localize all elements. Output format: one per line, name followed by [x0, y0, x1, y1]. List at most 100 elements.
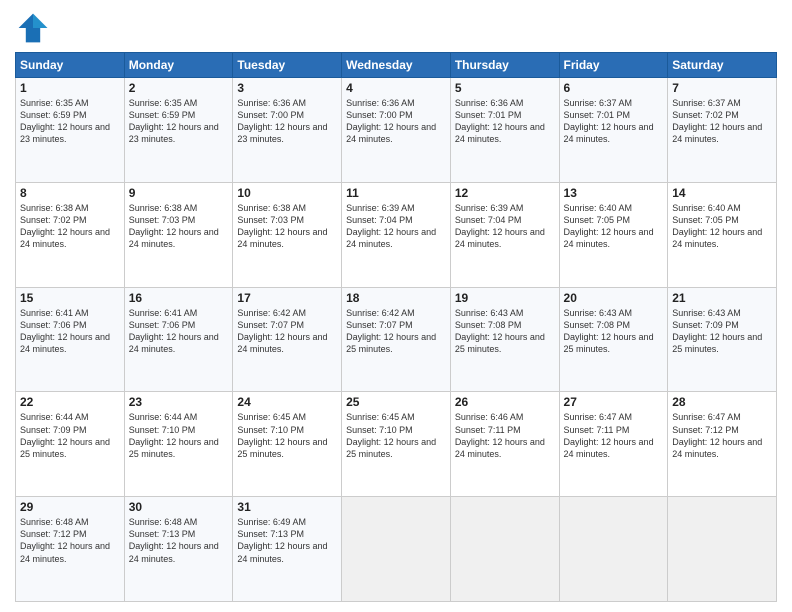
calendar-week-row: 8Sunrise: 6:38 AMSunset: 7:02 PMDaylight… [16, 182, 777, 287]
day-info: Sunrise: 6:40 AMSunset: 7:05 PMDaylight:… [672, 203, 762, 249]
calendar-table: SundayMondayTuesdayWednesdayThursdayFrid… [15, 52, 777, 602]
day-number: 18 [346, 291, 446, 305]
day-info: Sunrise: 6:37 AMSunset: 7:01 PMDaylight:… [564, 98, 654, 144]
logo-icon [15, 10, 51, 46]
day-number: 19 [455, 291, 555, 305]
calendar-cell: 22 Sunrise: 6:44 AMSunset: 7:09 PMDayligh… [16, 392, 125, 497]
day-number: 26 [455, 395, 555, 409]
day-number: 23 [129, 395, 229, 409]
day-info: Sunrise: 6:43 AMSunset: 7:08 PMDaylight:… [564, 308, 654, 354]
day-info: Sunrise: 6:35 AMSunset: 6:59 PMDaylight:… [20, 98, 110, 144]
day-number: 14 [672, 186, 772, 200]
day-info: Sunrise: 6:39 AMSunset: 7:04 PMDaylight:… [346, 203, 436, 249]
day-info: Sunrise: 6:48 AMSunset: 7:12 PMDaylight:… [20, 517, 110, 563]
calendar-cell: 31 Sunrise: 6:49 AMSunset: 7:13 PMDayligh… [233, 497, 342, 602]
day-info: Sunrise: 6:38 AMSunset: 7:03 PMDaylight:… [129, 203, 219, 249]
col-header-friday: Friday [559, 53, 668, 78]
calendar-cell: 7Sunrise: 6:37 AMSunset: 7:02 PMDaylight… [668, 78, 777, 183]
header [15, 10, 777, 46]
day-info: Sunrise: 6:43 AMSunset: 7:09 PMDaylight:… [672, 308, 762, 354]
calendar-cell: 14 Sunrise: 6:40 AMSunset: 7:05 PMDayligh… [668, 182, 777, 287]
day-info: Sunrise: 6:36 AMSunset: 7:00 PMDaylight:… [237, 98, 327, 144]
day-info: Sunrise: 6:45 AMSunset: 7:10 PMDaylight:… [346, 412, 436, 458]
day-number: 24 [237, 395, 337, 409]
day-number: 15 [20, 291, 120, 305]
calendar-cell: 27 Sunrise: 6:47 AMSunset: 7:11 PMDayligh… [559, 392, 668, 497]
day-info: Sunrise: 6:49 AMSunset: 7:13 PMDaylight:… [237, 517, 327, 563]
calendar-header-row: SundayMondayTuesdayWednesdayThursdayFrid… [16, 53, 777, 78]
day-info: Sunrise: 6:39 AMSunset: 7:04 PMDaylight:… [455, 203, 545, 249]
calendar-cell: 15 Sunrise: 6:41 AMSunset: 7:06 PMDayligh… [16, 287, 125, 392]
calendar-week-row: 22 Sunrise: 6:44 AMSunset: 7:09 PMDayligh… [16, 392, 777, 497]
calendar-cell: 21Sunrise: 6:43 AMSunset: 7:09 PMDayligh… [668, 287, 777, 392]
calendar-cell: 19 Sunrise: 6:43 AMSunset: 7:08 PMDayligh… [450, 287, 559, 392]
calendar-cell: 13Sunrise: 6:40 AMSunset: 7:05 PMDayligh… [559, 182, 668, 287]
day-number: 29 [20, 500, 120, 514]
calendar-cell [450, 497, 559, 602]
calendar-cell: 3 Sunrise: 6:36 AMSunset: 7:00 PMDaylight… [233, 78, 342, 183]
calendar-cell: 18Sunrise: 6:42 AMSunset: 7:07 PMDayligh… [342, 287, 451, 392]
day-number: 1 [20, 81, 120, 95]
day-info: Sunrise: 6:44 AMSunset: 7:09 PMDaylight:… [20, 412, 110, 458]
day-number: 8 [20, 186, 120, 200]
calendar-cell: 12 Sunrise: 6:39 AMSunset: 7:04 PMDayligh… [450, 182, 559, 287]
logo [15, 10, 55, 46]
day-info: Sunrise: 6:47 AMSunset: 7:12 PMDaylight:… [672, 412, 762, 458]
calendar-cell: 20 Sunrise: 6:43 AMSunset: 7:08 PMDayligh… [559, 287, 668, 392]
calendar-cell: 30Sunrise: 6:48 AMSunset: 7:13 PMDayligh… [124, 497, 233, 602]
day-info: Sunrise: 6:43 AMSunset: 7:08 PMDaylight:… [455, 308, 545, 354]
day-number: 3 [237, 81, 337, 95]
calendar-cell: 4Sunrise: 6:36 AMSunset: 7:00 PMDaylight… [342, 78, 451, 183]
calendar-cell: 17 Sunrise: 6:42 AMSunset: 7:07 PMDayligh… [233, 287, 342, 392]
col-header-saturday: Saturday [668, 53, 777, 78]
calendar-cell: 6 Sunrise: 6:37 AMSunset: 7:01 PMDaylight… [559, 78, 668, 183]
calendar-cell [559, 497, 668, 602]
calendar-cell: 8Sunrise: 6:38 AMSunset: 7:02 PMDaylight… [16, 182, 125, 287]
calendar-week-row: 29 Sunrise: 6:48 AMSunset: 7:12 PMDayligh… [16, 497, 777, 602]
day-info: Sunrise: 6:47 AMSunset: 7:11 PMDaylight:… [564, 412, 654, 458]
calendar-cell: 16 Sunrise: 6:41 AMSunset: 7:06 PMDayligh… [124, 287, 233, 392]
calendar-cell: 5 Sunrise: 6:36 AMSunset: 7:01 PMDaylight… [450, 78, 559, 183]
day-number: 5 [455, 81, 555, 95]
calendar-cell: 25 Sunrise: 6:45 AMSunset: 7:10 PMDayligh… [342, 392, 451, 497]
col-header-tuesday: Tuesday [233, 53, 342, 78]
day-number: 17 [237, 291, 337, 305]
calendar-cell: 29 Sunrise: 6:48 AMSunset: 7:12 PMDayligh… [16, 497, 125, 602]
calendar-cell [668, 497, 777, 602]
calendar-week-row: 1 Sunrise: 6:35 AMSunset: 6:59 PMDaylight… [16, 78, 777, 183]
day-number: 10 [237, 186, 337, 200]
calendar-cell: 23 Sunrise: 6:44 AMSunset: 7:10 PMDayligh… [124, 392, 233, 497]
day-number: 27 [564, 395, 664, 409]
day-number: 31 [237, 500, 337, 514]
day-number: 9 [129, 186, 229, 200]
calendar-cell: 28 Sunrise: 6:47 AMSunset: 7:12 PMDayligh… [668, 392, 777, 497]
calendar-cell: 2 Sunrise: 6:35 AMSunset: 6:59 PMDaylight… [124, 78, 233, 183]
day-number: 6 [564, 81, 664, 95]
col-header-sunday: Sunday [16, 53, 125, 78]
day-info: Sunrise: 6:36 AMSunset: 7:01 PMDaylight:… [455, 98, 545, 144]
calendar-cell: 24Sunrise: 6:45 AMSunset: 7:10 PMDayligh… [233, 392, 342, 497]
calendar-cell: 9 Sunrise: 6:38 AMSunset: 7:03 PMDaylight… [124, 182, 233, 287]
day-number: 12 [455, 186, 555, 200]
col-header-wednesday: Wednesday [342, 53, 451, 78]
col-header-thursday: Thursday [450, 53, 559, 78]
day-number: 2 [129, 81, 229, 95]
day-info: Sunrise: 6:44 AMSunset: 7:10 PMDaylight:… [129, 412, 219, 458]
day-info: Sunrise: 6:38 AMSunset: 7:03 PMDaylight:… [237, 203, 327, 249]
day-info: Sunrise: 6:42 AMSunset: 7:07 PMDaylight:… [237, 308, 327, 354]
day-info: Sunrise: 6:37 AMSunset: 7:02 PMDaylight:… [672, 98, 762, 144]
calendar-cell: 11Sunrise: 6:39 AMSunset: 7:04 PMDayligh… [342, 182, 451, 287]
calendar-cell: 1 Sunrise: 6:35 AMSunset: 6:59 PMDaylight… [16, 78, 125, 183]
day-number: 28 [672, 395, 772, 409]
day-info: Sunrise: 6:41 AMSunset: 7:06 PMDaylight:… [20, 308, 110, 354]
day-info: Sunrise: 6:35 AMSunset: 6:59 PMDaylight:… [129, 98, 219, 144]
day-number: 22 [20, 395, 120, 409]
day-info: Sunrise: 6:41 AMSunset: 7:06 PMDaylight:… [129, 308, 219, 354]
day-info: Sunrise: 6:48 AMSunset: 7:13 PMDaylight:… [129, 517, 219, 563]
day-info: Sunrise: 6:36 AMSunset: 7:00 PMDaylight:… [346, 98, 436, 144]
day-number: 20 [564, 291, 664, 305]
calendar-cell: 26Sunrise: 6:46 AMSunset: 7:11 PMDayligh… [450, 392, 559, 497]
day-number: 16 [129, 291, 229, 305]
day-number: 25 [346, 395, 446, 409]
page: SundayMondayTuesdayWednesdayThursdayFrid… [0, 0, 792, 612]
